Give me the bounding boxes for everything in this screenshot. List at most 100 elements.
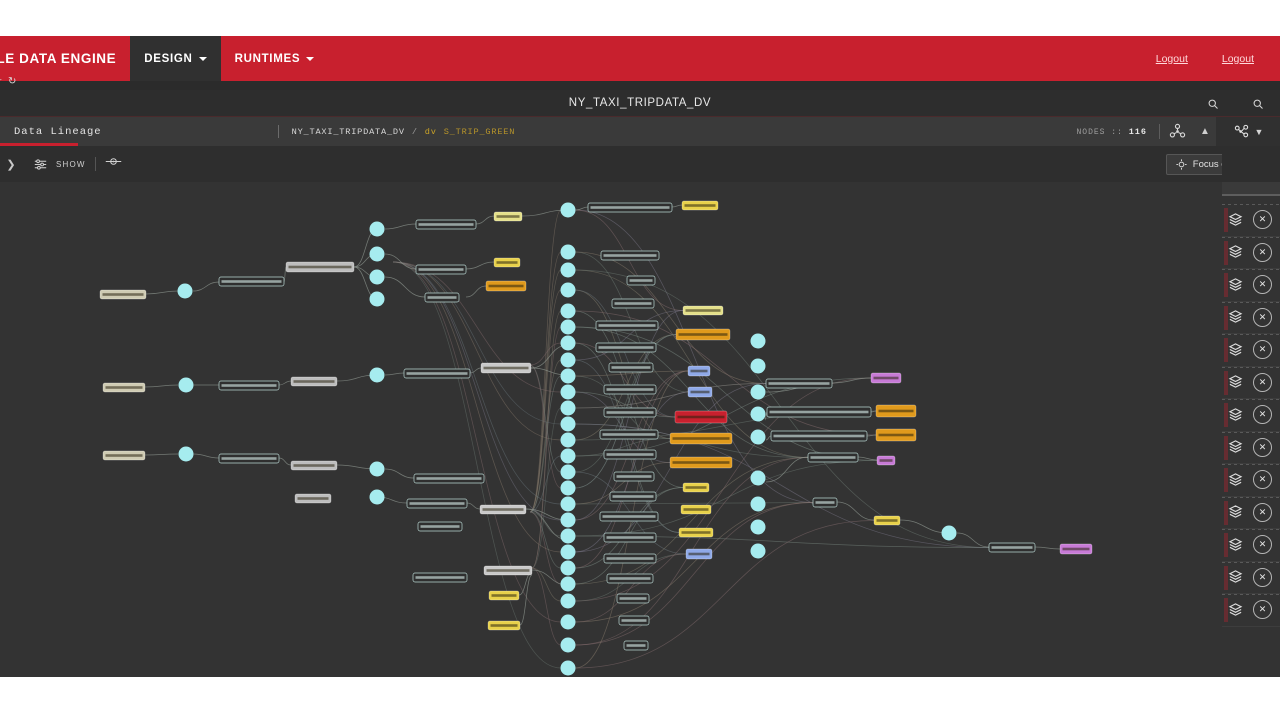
graph-node-circle[interactable] xyxy=(560,544,576,560)
breadcrumb-schema[interactable]: dv xyxy=(425,127,437,137)
tab-data-lineage[interactable]: Data Lineage xyxy=(0,117,118,146)
graph-node-rect[interactable] xyxy=(603,407,657,418)
graph-node-rect[interactable] xyxy=(876,455,896,466)
side-panel-row[interactable]: ✕ xyxy=(1222,301,1280,334)
graph-node-circle[interactable] xyxy=(560,528,576,544)
graph-node-circle[interactable] xyxy=(560,303,576,319)
graph-node-rect[interactable] xyxy=(988,542,1036,553)
graph-node-rect[interactable] xyxy=(600,250,660,261)
graph-node-rect[interactable] xyxy=(595,320,659,331)
side-panel-row[interactable]: ✕ xyxy=(1222,561,1280,594)
graph-node-rect[interactable] xyxy=(102,450,146,461)
graph-node-rect[interactable] xyxy=(681,200,719,211)
graph-node-rect[interactable] xyxy=(687,365,711,377)
graph-node-circle[interactable] xyxy=(369,269,385,285)
graph-node-rect[interactable] xyxy=(294,493,332,504)
graph-node-rect[interactable] xyxy=(603,532,657,543)
side-panel-row[interactable]: ✕ xyxy=(1222,399,1280,432)
search-icon[interactable] xyxy=(1235,90,1280,117)
graph-node-circle[interactable] xyxy=(560,496,576,512)
show-filter-group[interactable]: SHOW xyxy=(34,158,86,171)
graph-node-circle[interactable] xyxy=(560,432,576,448)
graph-node-circle[interactable] xyxy=(560,480,576,496)
close-icon[interactable]: ✕ xyxy=(1253,502,1272,522)
graph-node-circle[interactable] xyxy=(369,461,385,477)
graph-node-circle[interactable] xyxy=(560,576,576,592)
close-icon[interactable]: ✕ xyxy=(1253,470,1272,490)
graph-node-circle[interactable] xyxy=(750,384,766,400)
graph-node-circle[interactable] xyxy=(750,358,766,374)
graph-node-rect[interactable] xyxy=(290,376,338,387)
graph-node-rect[interactable] xyxy=(488,590,520,601)
graph-node-rect[interactable] xyxy=(587,202,673,213)
graph-node-circle[interactable] xyxy=(369,246,385,262)
graph-node-rect[interactable] xyxy=(618,615,650,626)
graph-node-rect[interactable] xyxy=(102,382,146,393)
graph-node-rect[interactable] xyxy=(603,553,657,564)
graph-node-rect[interactable] xyxy=(812,497,838,508)
graph-node-circle[interactable] xyxy=(750,496,766,512)
node-link-icon[interactable] xyxy=(105,155,122,173)
graph-node-rect[interactable] xyxy=(807,452,859,463)
nav-item-runtimes[interactable]: RUNTIMES xyxy=(221,36,329,81)
graph-node-rect[interactable] xyxy=(603,449,657,460)
graph-node-circle[interactable] xyxy=(560,335,576,351)
graph-node-circle[interactable] xyxy=(750,519,766,535)
side-panel-row[interactable]: ✕ xyxy=(1222,464,1280,497)
graph-node-circle[interactable] xyxy=(560,464,576,480)
search-icon[interactable] xyxy=(1190,90,1235,117)
graph-node-rect[interactable] xyxy=(616,593,650,604)
graph-node-circle[interactable] xyxy=(750,470,766,486)
graph-node-rect[interactable] xyxy=(875,428,917,442)
lineage-panel-toggle[interactable]: ▼ xyxy=(1216,117,1280,146)
graph-node-rect[interactable] xyxy=(606,573,654,584)
graph-node-rect[interactable] xyxy=(218,453,280,464)
graph-node-circle[interactable] xyxy=(177,283,193,299)
graph-node-rect[interactable] xyxy=(608,362,654,373)
graph-node-rect[interactable] xyxy=(675,328,731,341)
close-icon[interactable]: ✕ xyxy=(1253,600,1272,620)
close-icon[interactable]: ✕ xyxy=(1253,340,1272,360)
graph-node-circle[interactable] xyxy=(941,525,957,541)
graph-node-rect[interactable] xyxy=(290,460,338,471)
graph-node-rect[interactable] xyxy=(680,504,712,515)
graph-node-circle[interactable] xyxy=(560,660,576,676)
graph-node-rect[interactable] xyxy=(483,565,533,576)
close-icon[interactable]: ✕ xyxy=(1253,567,1272,587)
side-panel-row[interactable]: ✕ xyxy=(1222,496,1280,529)
graph-node-rect[interactable] xyxy=(1059,543,1093,555)
graph-node-rect[interactable] xyxy=(770,430,868,442)
graph-node-rect[interactable] xyxy=(479,504,527,515)
graph-nodes-icon[interactable] xyxy=(1160,117,1194,146)
graph-node-rect[interactable] xyxy=(413,473,485,484)
graph-node-rect[interactable] xyxy=(682,305,724,316)
graph-node-rect[interactable] xyxy=(669,432,733,445)
graph-node-rect[interactable] xyxy=(609,491,657,502)
graph-node-rect[interactable] xyxy=(480,362,532,374)
graph-node-rect[interactable] xyxy=(611,298,655,309)
close-icon[interactable]: ✕ xyxy=(1253,242,1272,262)
breadcrumb-root[interactable]: NY_TAXI_TRIPDATA_DV xyxy=(292,127,405,137)
side-panel-row[interactable]: ✕ xyxy=(1222,269,1280,302)
graph-node-circle[interactable] xyxy=(369,489,385,505)
graph-node-circle[interactable] xyxy=(560,416,576,432)
brand-logo[interactable]: ILE DATA ENGINE xyxy=(0,36,130,81)
graph-node-rect[interactable] xyxy=(218,380,280,391)
refresh-icon[interactable]: ↻ xyxy=(8,76,17,87)
graph-node-rect[interactable] xyxy=(685,548,713,560)
graph-node-rect[interactable] xyxy=(487,620,521,631)
side-panel-row[interactable]: ✕ xyxy=(1222,431,1280,464)
graph-node-circle[interactable] xyxy=(560,282,576,298)
graph-node-rect[interactable] xyxy=(417,521,463,532)
side-panel-row[interactable]: ✕ xyxy=(1222,334,1280,367)
close-icon[interactable]: ✕ xyxy=(1253,275,1272,295)
breadcrumb-entity[interactable]: S_TRIP_GREEN xyxy=(444,127,516,137)
graph-node-rect[interactable] xyxy=(613,471,655,482)
graph-node-rect[interactable] xyxy=(669,456,733,469)
graph-node-rect[interactable] xyxy=(99,289,147,300)
lineage-graph-canvas[interactable] xyxy=(0,182,1222,677)
side-panel-row[interactable]: ✕ xyxy=(1222,204,1280,237)
close-icon[interactable]: ✕ xyxy=(1253,372,1272,392)
close-icon[interactable]: ✕ xyxy=(1253,535,1272,555)
close-icon[interactable]: ✕ xyxy=(1253,210,1272,230)
